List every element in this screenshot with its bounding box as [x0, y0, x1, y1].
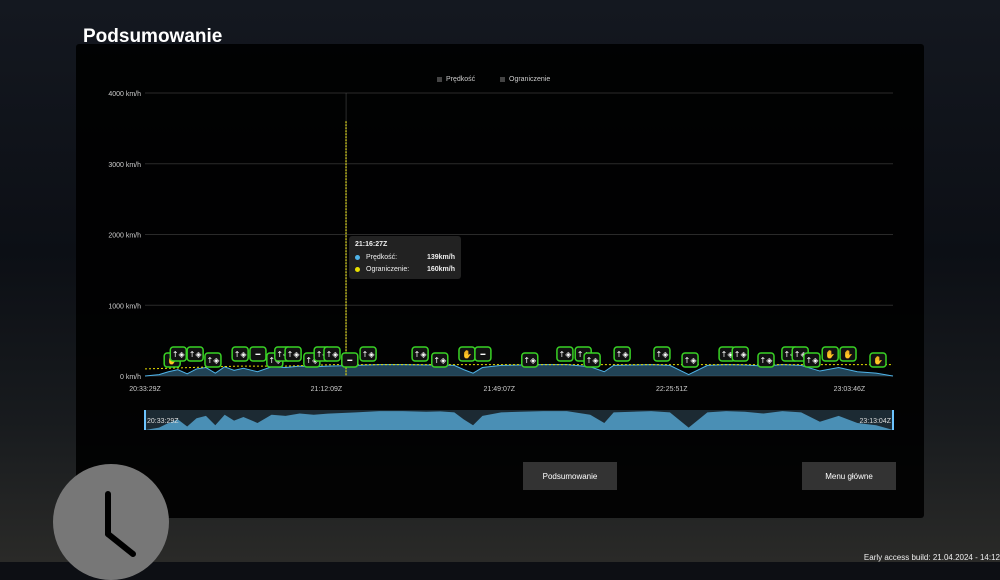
- shield-icon: ↑◈: [234, 350, 248, 359]
- shield-icon: ↑◈: [523, 356, 537, 365]
- tooltip-limit-value: 160km/h: [426, 266, 455, 273]
- shield-icon: ↑◈: [760, 356, 774, 365]
- horn-icon: ━: [479, 350, 485, 359]
- build-info: Early access build: 21.04.2024 - 14:12: [863, 553, 1000, 562]
- shield-icon: ↑◈: [805, 356, 819, 365]
- hand-icon: ✋: [873, 355, 883, 365]
- range-handle-end[interactable]: [892, 410, 894, 430]
- shield-icon: ↑◈: [559, 350, 573, 359]
- summary-button[interactable]: Podsumowanie: [523, 462, 617, 490]
- range-start-label: 20:33:29Z: [147, 418, 179, 425]
- x-tick-label: 20:33:29Z: [129, 386, 161, 393]
- shield-icon: ↑◈: [326, 350, 340, 359]
- shield-icon: ↑◈: [287, 350, 301, 359]
- speed-dot: [355, 255, 360, 260]
- x-tick-label: 22:25:51Z: [656, 386, 688, 393]
- shield-icon: ↑◈: [362, 350, 376, 359]
- horn-icon: ━: [346, 356, 352, 365]
- tooltip-speed-label: Prędkość:: [366, 254, 398, 261]
- tooltip-speed-value: 139km/h: [426, 254, 455, 261]
- tooltip-limit-row: Ograniczenie: 160km/h: [355, 266, 455, 273]
- shield-icon: ↑◈: [414, 350, 428, 359]
- hand-icon: ✋: [825, 349, 835, 359]
- y-tick-label: 4000 km/h: [108, 91, 141, 98]
- limit-dot: [355, 267, 360, 272]
- shield-icon: ↑◈: [616, 350, 630, 359]
- x-tick-label: 23:03:46Z: [834, 386, 866, 393]
- x-tick-label: 21:49:07Z: [484, 386, 516, 393]
- range-end-label: 23:13:04Z: [859, 418, 891, 425]
- shield-icon: ↑◈: [207, 356, 221, 365]
- horn-icon: ━: [255, 350, 261, 359]
- tooltip-limit-label: Ograniczenie:: [366, 266, 410, 273]
- hand-icon: ✋: [462, 349, 472, 359]
- chart-tooltip: 21:16:27Z Prędkość: 139km/h Ograniczenie:…: [349, 236, 461, 279]
- tooltip-speed-row: Prędkość: 139km/h: [355, 254, 455, 261]
- shield-icon: ↑◈: [734, 350, 748, 359]
- y-tick-label: 2000 km/h: [108, 233, 141, 240]
- shield-icon: ↑◈: [433, 356, 447, 365]
- clock-icon: [53, 464, 169, 580]
- y-tick-label: 0 km/h: [120, 374, 141, 381]
- y-tick-label: 1000 km/h: [108, 303, 141, 310]
- shield-icon: ↑◈: [586, 356, 600, 365]
- x-tick-label: 21:12:09Z: [311, 386, 343, 393]
- shield-icon: ↑◈: [656, 350, 670, 359]
- hand-icon: ✋: [843, 349, 853, 359]
- shield-icon: ↑◈: [684, 356, 698, 365]
- y-tick-label: 3000 km/h: [108, 162, 141, 169]
- main-menu-button[interactable]: Menu główne: [802, 462, 896, 490]
- shield-icon: ↑◈: [189, 350, 203, 359]
- range-handle-start[interactable]: [144, 410, 146, 430]
- shield-icon: ↑◈: [172, 350, 186, 359]
- tooltip-time: 21:16:27Z: [355, 241, 388, 248]
